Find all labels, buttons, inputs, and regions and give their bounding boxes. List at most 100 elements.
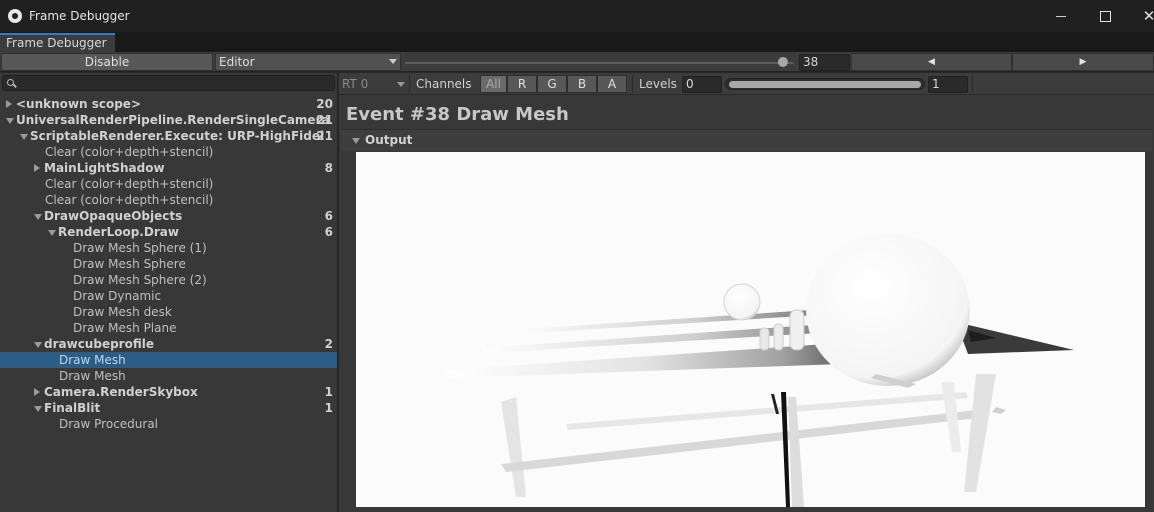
levels-range-slider[interactable] bbox=[725, 78, 925, 90]
foldout-expanded-icon[interactable] bbox=[34, 406, 42, 412]
foldout-arrow-icon bbox=[352, 138, 360, 144]
foldout-expanded-icon[interactable] bbox=[34, 342, 42, 348]
foldout-expanded-icon[interactable] bbox=[48, 230, 56, 236]
event-detail-panel: RT 0 Channels All R G B A Levels 0 1 Eve… bbox=[339, 73, 1154, 512]
search-input[interactable] bbox=[2, 75, 335, 91]
event-slider-track[interactable] bbox=[405, 62, 793, 64]
maximize-button[interactable] bbox=[1082, 0, 1128, 32]
channel-a-button[interactable]: A bbox=[597, 75, 627, 93]
event-index-field[interactable]: 38 bbox=[799, 54, 850, 71]
tree-event-row[interactable]: Clear (color+depth+stencil) bbox=[0, 192, 337, 208]
unity-logo-icon bbox=[8, 9, 22, 23]
foldout-expanded-icon[interactable] bbox=[20, 134, 28, 140]
tab-strip: Frame Debugger bbox=[0, 32, 1154, 52]
small-sphere bbox=[723, 283, 761, 321]
tree-row-label: Draw Mesh bbox=[59, 353, 126, 367]
tree-event-row[interactable]: Draw Procedural bbox=[0, 416, 337, 432]
tree-row-label: MainLightShadow bbox=[44, 161, 165, 175]
tree-group-row[interactable]: RenderLoop.Draw 6 bbox=[0, 224, 337, 240]
target-dropdown-value: Editor bbox=[219, 55, 255, 69]
debugger-toolbar: Disable Editor 38 ◀ ▶ bbox=[0, 52, 1154, 72]
foldout-expanded-icon[interactable] bbox=[34, 214, 42, 220]
levels-range-fill bbox=[729, 81, 921, 88]
render-target-preview[interactable] bbox=[356, 152, 1145, 507]
tree-row-label: Draw Procedural bbox=[59, 417, 159, 431]
foldout-collapsed-icon[interactable] bbox=[34, 164, 40, 172]
close-button[interactable]: ✕ bbox=[1126, 0, 1154, 32]
event-tree-panel: <unknown scope> 20 UniversalRenderPipeline… bbox=[0, 73, 338, 512]
tree-event-row[interactable]: Draw Mesh Sphere bbox=[0, 256, 337, 272]
tab-frame-debugger[interactable]: Frame Debugger bbox=[0, 33, 115, 52]
render-target-toolbar: RT 0 Channels All R G B A Levels 0 1 bbox=[339, 73, 1154, 95]
tree-event-row[interactable]: Draw Mesh bbox=[0, 368, 337, 384]
channel-b-button[interactable]: B bbox=[567, 75, 597, 93]
tree-row-count: 8 bbox=[324, 161, 333, 175]
tree-event-row[interactable]: Clear (color+depth+stencil) bbox=[0, 144, 337, 160]
previous-event-button[interactable]: ◀ bbox=[851, 53, 1012, 71]
next-event-button[interactable]: ▶ bbox=[1012, 53, 1154, 71]
tree-group-row[interactable]: MainLightShadow 8 bbox=[0, 160, 337, 176]
foldout-expanded-icon[interactable] bbox=[6, 118, 14, 124]
render-target-dropdown[interactable]: RT 0 bbox=[339, 75, 407, 93]
toolbar-divider bbox=[632, 75, 633, 93]
tree-group-row[interactable]: <unknown scope> 20 bbox=[0, 96, 337, 112]
close-icon: ✕ bbox=[1142, 7, 1154, 25]
disable-button[interactable]: Disable bbox=[1, 53, 213, 71]
tree-row-label: RenderLoop.Draw bbox=[58, 225, 179, 239]
tree-row-label: Draw Mesh Plane bbox=[73, 321, 177, 335]
table-detail bbox=[992, 407, 1006, 414]
toolbar-divider bbox=[972, 75, 973, 93]
table-leg bbox=[788, 397, 804, 507]
tree-event-row[interactable]: Clear (color+depth+stencil) bbox=[0, 176, 337, 192]
tree-group-row[interactable]: FinalBlit 1 bbox=[0, 400, 337, 416]
search-icon bbox=[7, 79, 14, 86]
output-foldout[interactable]: Output bbox=[341, 129, 1152, 151]
tree-event-row[interactable]: Draw Mesh Plane bbox=[0, 320, 337, 336]
event-title: Event #38 Draw Mesh bbox=[346, 104, 569, 125]
tree-row-label: Camera.RenderSkybox bbox=[44, 385, 198, 399]
tree-row-label: Clear (color+depth+stencil) bbox=[45, 145, 214, 159]
levels-min-field[interactable]: 0 bbox=[682, 76, 722, 93]
triangle-left-icon: ◀ bbox=[928, 57, 935, 67]
tree-group-row[interactable]: ScriptableRenderer.Execute: URP-HighFide… bbox=[0, 128, 337, 144]
foldout-collapsed-icon[interactable] bbox=[34, 388, 40, 396]
tree-row-label: Draw Dynamic bbox=[73, 289, 162, 303]
tree-event-row[interactable]: Draw Dynamic bbox=[0, 288, 337, 304]
tree-event-row[interactable]: Draw Mesh Sphere (1) bbox=[0, 240, 337, 256]
tree-row-label: Draw Mesh Sphere (2) bbox=[73, 273, 207, 287]
window-title: Frame Debugger bbox=[29, 9, 130, 23]
tree-row-label: Clear (color+depth+stencil) bbox=[45, 177, 214, 191]
large-sphere bbox=[806, 234, 970, 386]
foldout-collapsed-icon[interactable] bbox=[6, 100, 12, 108]
tree-group-row[interactable]: DrawOpaqueObjects 6 bbox=[0, 208, 337, 224]
tree-row-label: Draw Mesh Sphere (1) bbox=[73, 241, 207, 255]
channels-label: Channels bbox=[416, 77, 472, 91]
minimize-button[interactable] bbox=[1038, 0, 1084, 32]
tree-row-label: Draw Mesh desk bbox=[73, 305, 172, 319]
chevron-down-icon bbox=[389, 59, 397, 64]
tree-event-row[interactable]: Draw Mesh bbox=[0, 352, 337, 368]
tree-row-label: drawcubeprofile bbox=[44, 337, 154, 351]
channel-r-button[interactable]: R bbox=[507, 75, 537, 93]
tree-row-label: Draw Mesh Sphere bbox=[73, 257, 186, 271]
bottle bbox=[789, 309, 805, 351]
levels-max-field[interactable]: 1 bbox=[928, 76, 968, 93]
tree-group-row[interactable]: UniversalRenderPipeline.RenderSingleCame… bbox=[0, 112, 337, 128]
tree-event-row[interactable]: Draw Mesh Sphere (2) bbox=[0, 272, 337, 288]
tree-row-label: Clear (color+depth+stencil) bbox=[45, 193, 214, 207]
tree-row-count: 6 bbox=[324, 209, 333, 223]
tree-row-count: 21 bbox=[316, 113, 333, 127]
tree-row-label: FinalBlit bbox=[44, 401, 101, 415]
tree-event-row[interactable]: Draw Mesh desk bbox=[0, 304, 337, 320]
tree-row-count: 21 bbox=[316, 129, 333, 143]
channel-g-button[interactable]: G bbox=[537, 75, 567, 93]
tree-group-row[interactable]: drawcubeprofile 2 bbox=[0, 336, 337, 352]
event-slider-thumb[interactable] bbox=[777, 57, 788, 67]
render-target-label: RT 0 bbox=[342, 77, 369, 91]
tree-row-label: UniversalRenderPipeline.RenderSingleCame… bbox=[16, 113, 330, 127]
channel-all-button[interactable]: All bbox=[480, 75, 507, 93]
tree-group-row[interactable]: Camera.RenderSkybox 1 bbox=[0, 384, 337, 400]
triangle-right-icon: ▶ bbox=[1079, 57, 1087, 67]
target-dropdown[interactable]: Editor bbox=[215, 53, 401, 71]
tree-row-label: <unknown scope> bbox=[16, 97, 141, 111]
